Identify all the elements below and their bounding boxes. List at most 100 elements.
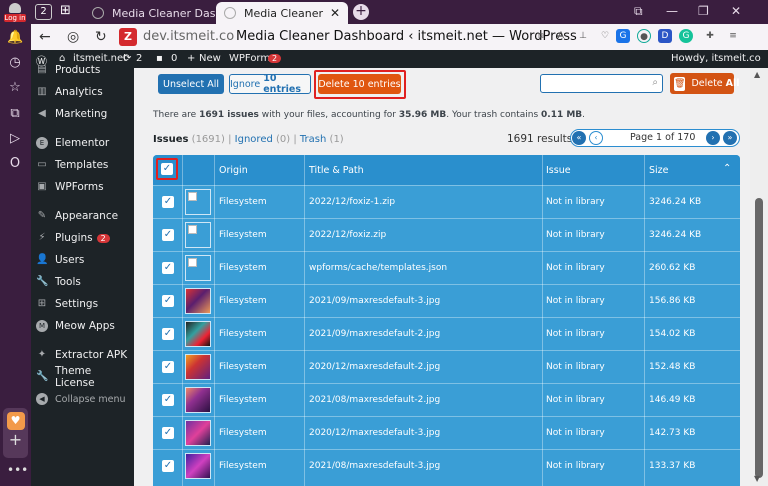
col-origin[interactable]: Origin [219, 165, 248, 176]
updates-icon[interactable]: ⟳ [123, 53, 131, 64]
extensions-icon[interactable]: ⧉ [7, 106, 23, 122]
first-page-icon[interactable]: « [572, 131, 586, 145]
delete-entries-button[interactable]: Delete 10 entries [318, 74, 401, 94]
maximize-icon[interactable]: ❐ [698, 4, 709, 18]
howdy-user[interactable]: Howdy, itsmeit.co [671, 53, 761, 64]
row-checkbox[interactable]: ✓ [162, 460, 174, 472]
menu-item-templates[interactable]: ▭ Templates [36, 157, 108, 173]
puzzle-icon[interactable]: ✚ [703, 29, 717, 43]
add-app-icon[interactable]: + [3, 430, 28, 450]
new-content-link[interactable]: New [199, 53, 221, 64]
table-row[interactable]: ✓ Filesystem 2021/09/maxresdefault-3.jpg… [153, 284, 740, 317]
table-row[interactable]: ✓ Filesystem wpforms/cache/templates.jso… [153, 251, 740, 284]
back-icon[interactable]: ← [39, 29, 51, 45]
pagination: « ‹ Page 1 of 170 › » [570, 129, 740, 147]
avatar [9, 3, 21, 13]
app-icon[interactable]: ♥ [6, 412, 25, 430]
close-icon[interactable]: ✕ [330, 6, 340, 20]
scrollbar-thumb[interactable] [755, 198, 763, 478]
page-scrollbar[interactable]: ▲ ▼ [750, 68, 768, 486]
reload-icon[interactable]: ↻ [95, 29, 107, 45]
select-all-checkbox[interactable]: ✓ [161, 163, 173, 175]
tab-title: Media Cleaner Dashbo [112, 6, 216, 20]
minimize-icon[interactable]: — [666, 4, 678, 18]
menu-item-products[interactable]: ▤ Products [36, 62, 100, 78]
menu-item-appearance[interactable]: ✎ Appearance [36, 208, 118, 224]
table-row[interactable]: ✓ Filesystem 2021/09/maxresdefault-2.jpg… [153, 317, 740, 350]
heart-icon[interactable]: ♡ [598, 29, 612, 43]
menu-item-marketing[interactable]: ◀ Marketing [36, 106, 107, 122]
table-row[interactable]: ✓ Filesystem 2022/12/foxiz-1.zip Not in … [153, 185, 740, 218]
filter-trash[interactable]: Trash [300, 134, 326, 145]
player-icon[interactable]: ▷ [7, 131, 23, 147]
delete-all-button[interactable]: 🗑 Delete All [670, 73, 740, 94]
comments-count[interactable]: 0 [171, 53, 177, 64]
unselect-all-button[interactable]: Unselect All [158, 74, 224, 94]
menu-item-tools[interactable]: 🔧 Tools [36, 274, 81, 290]
table-row[interactable]: ✓ Filesystem 2020/12/maxresdefault-3.jpg… [153, 416, 740, 449]
row-checkbox[interactable]: ✓ [162, 427, 174, 439]
menu-item-users[interactable]: 👤 Users [36, 252, 84, 268]
col-issue[interactable]: Issue [546, 165, 571, 176]
collapse-menu-button[interactable]: ◀ Collapse menu [36, 391, 126, 407]
col-title-path[interactable]: Title & Path [309, 165, 364, 176]
col-size[interactable]: Size [649, 165, 669, 176]
history-icon[interactable]: ◷ [7, 55, 23, 71]
bookmarks-icon[interactable]: ☆ [7, 80, 23, 96]
chrome-ext-icon[interactable]: ● [637, 29, 651, 43]
row-checkbox[interactable]: ✓ [162, 262, 174, 274]
login-label: Log in [4, 14, 26, 22]
d-extension-icon[interactable]: D [658, 29, 672, 43]
last-page-icon[interactable]: » [723, 131, 737, 145]
opera-logo-icon[interactable]: O [7, 156, 23, 172]
profile-login[interactable]: Log in [4, 3, 26, 22]
row-checkbox[interactable]: ✓ [162, 361, 174, 373]
row-checkbox[interactable]: ✓ [162, 328, 174, 340]
search-input[interactable]: ⌕ [540, 74, 663, 93]
menu-item-meow-apps[interactable]: M Meow Apps [36, 318, 115, 334]
filter-ignored[interactable]: Ignored [235, 134, 273, 145]
tab-media-cleaner-1[interactable]: Media Cleaner Dashbo [84, 2, 224, 24]
bell-icon[interactable]: 🔔 [7, 30, 23, 46]
row-checkbox[interactable]: ✓ [162, 229, 174, 241]
new-tab-button[interactable]: + [353, 4, 369, 20]
scroll-down-icon[interactable]: ▼ [754, 474, 760, 483]
more-icon[interactable]: ••• [7, 463, 28, 477]
speech-icon[interactable]: A [554, 29, 568, 43]
tab-media-cleaner-2[interactable]: Media Cleaner Dashbo ✕ [216, 2, 348, 24]
menu-icon[interactable]: ≡ [726, 29, 740, 43]
translate-icon[interactable]: ⧈ [534, 29, 548, 43]
updates-count[interactable]: 2 [136, 53, 142, 64]
google-translate-icon[interactable]: G [616, 29, 630, 43]
comments-icon[interactable]: ▪ [156, 53, 163, 64]
tab-manager-icon[interactable]: ⊞ [57, 4, 74, 20]
row-checkbox[interactable]: ✓ [162, 196, 174, 208]
menu-item-theme-license[interactable]: 🔧 Theme License [36, 365, 134, 389]
menu-item-settings[interactable]: ⊞ Settings [36, 296, 98, 312]
snapshot-icon[interactable]: ⧉ [634, 4, 643, 19]
menu-item-wpforms[interactable]: ▣ WPForms [36, 179, 103, 195]
table-row[interactable]: ✓ Filesystem 2020/12/maxresdefault-2.jpg… [153, 350, 740, 383]
menu-item-elementor[interactable]: E Elementor [36, 135, 109, 151]
pin-icon[interactable]: ⊥ [576, 29, 590, 43]
scroll-up-icon[interactable]: ▲ [754, 70, 760, 79]
grammarly-icon[interactable]: G [679, 29, 693, 43]
workspace-counter[interactable]: 2 [35, 4, 52, 20]
row-checkbox[interactable]: ✓ [162, 295, 174, 307]
row-checkbox[interactable]: ✓ [162, 394, 174, 406]
menu-item-analytics[interactable]: ▥ Analytics [36, 84, 102, 100]
menu-item-plugins[interactable]: ⚡ Plugins 2 [36, 230, 110, 246]
thumbnail-image [185, 321, 211, 347]
menu-item-extractor-apk[interactable]: ✦ Extractor APK [36, 347, 127, 363]
close-window-icon[interactable]: ✕ [731, 4, 741, 18]
table-row[interactable]: ✓ Filesystem 2022/12/foxiz.zip Not in li… [153, 218, 740, 251]
ignore-entries-button[interactable]: Ignore 10 entries [229, 73, 311, 95]
url-field[interactable]: dev.itsmeit.co [143, 29, 234, 44]
table-row[interactable]: ✓ Filesystem 2021/08/maxresdefault-2.jpg… [153, 383, 740, 416]
next-page-icon[interactable]: › [706, 131, 720, 145]
chevron-up-icon[interactable]: ⌃ [723, 163, 731, 174]
filter-issues[interactable]: Issues [153, 134, 188, 145]
table-row[interactable]: ✓ Filesystem 2021/08/maxresdefault-3.jpg… [153, 449, 740, 482]
prev-page-icon[interactable]: ‹ [589, 131, 603, 145]
account-icon[interactable]: ◎ [67, 29, 79, 45]
